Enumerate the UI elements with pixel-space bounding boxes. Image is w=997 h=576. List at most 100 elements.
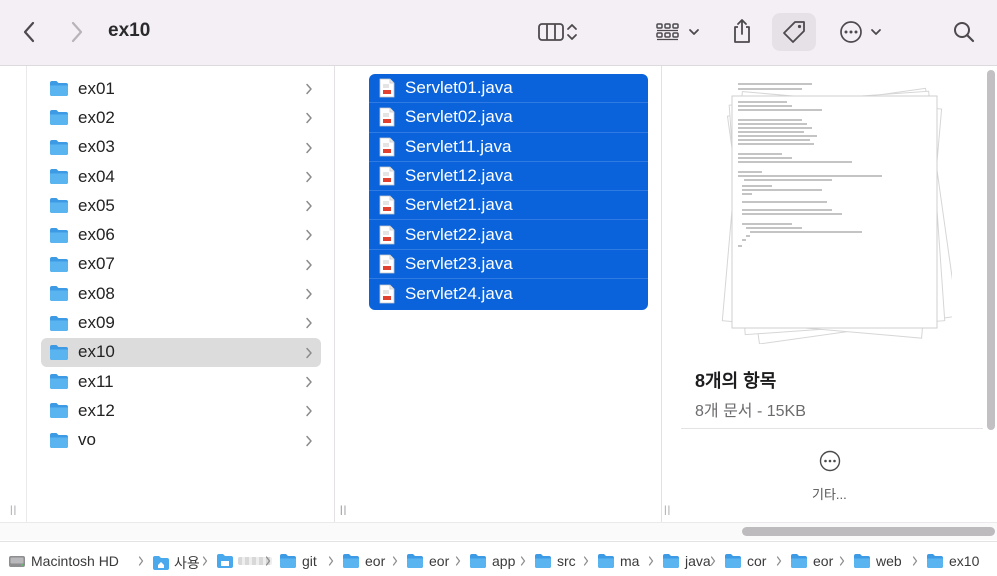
path-separator-icon	[710, 556, 716, 566]
path-label: cor	[747, 553, 767, 569]
path-label: Macintosh HD	[31, 553, 119, 569]
folder-item-ex10[interactable]: ex10	[41, 337, 321, 367]
preview-title: 8개의 항목	[695, 371, 777, 391]
forward-button[interactable]	[62, 17, 92, 47]
folder-item-ex11[interactable]: ex11	[41, 367, 321, 396]
path-label: src	[557, 553, 576, 569]
file-label: Servlet24.java	[405, 283, 513, 303]
folder-label: ex01	[78, 78, 115, 98]
path-separator-icon	[202, 556, 208, 566]
more-actions-button[interactable]	[834, 16, 888, 48]
path-item-src[interactable]: src	[534, 553, 576, 569]
path-item-Macintosh HD[interactable]: Macintosh HD	[8, 553, 119, 569]
chevron-right-icon	[306, 259, 312, 271]
path-label: 사용	[174, 555, 200, 571]
folder-item-ex05[interactable]: ex05	[41, 191, 321, 220]
folder-icon	[927, 554, 943, 568]
file-label: Servlet02.java	[405, 107, 513, 127]
path-item-ma[interactable]: ma	[597, 553, 639, 569]
chevron-right-icon	[306, 230, 312, 241]
share-icon	[734, 19, 750, 43]
folder-item-ex02[interactable]: ex02	[41, 103, 321, 132]
path-item-web[interactable]: web	[853, 553, 902, 569]
folder-column: ex01 ex02 ex03 ex04 ex05 ex06 ex07 ex08 ex09 ex10…	[0, 66, 346, 522]
file-item[interactable]: Servlet21.java	[369, 191, 648, 221]
folder-item-ex01[interactable]: ex01	[41, 74, 321, 103]
folder-icon	[470, 554, 486, 568]
path-item-java[interactable]: java	[662, 553, 711, 569]
folder-icon	[663, 554, 679, 568]
file-item[interactable]: Servlet24.java	[369, 279, 648, 308]
folder-list: ex01 ex02 ex03 ex04 ex05 ex06 ex07 ex08 ex09 ex10…	[41, 74, 321, 455]
folder-item-ex09[interactable]: ex09	[41, 308, 321, 337]
path-separator-icon	[776, 556, 782, 566]
path-item-eor[interactable]: eor	[406, 553, 449, 569]
ellipsis-circle-icon	[840, 21, 862, 43]
folder-item-ex12[interactable]: ex12	[41, 396, 321, 425]
folder-label: ex02	[78, 107, 115, 127]
file-label: Servlet01.java	[405, 78, 513, 98]
path-separator-icon	[648, 556, 654, 566]
path-label: eor	[429, 553, 450, 569]
home-folder-icon	[153, 556, 169, 570]
folder-icon	[725, 554, 741, 568]
chevron-right-icon	[306, 376, 312, 388]
folder-icon	[50, 169, 68, 185]
folder-icon	[50, 315, 68, 331]
folder-item-vo[interactable]: vo	[41, 426, 321, 455]
column-resize-handle[interactable]: ||	[340, 505, 347, 516]
share-button[interactable]	[726, 14, 758, 48]
vertical-scrollbar[interactable]	[987, 70, 995, 430]
file-item[interactable]: Servlet12.java	[369, 162, 648, 192]
path-label: app	[492, 553, 516, 569]
file-item[interactable]: Servlet01.java	[369, 74, 648, 104]
path-item-cor[interactable]: cor	[724, 553, 766, 569]
folder-icon	[50, 227, 68, 243]
file-item[interactable]: Servlet02.java	[369, 103, 648, 133]
path-bar: Macintosh HD 사용 git eor eor app src ma java cor eo…	[0, 541, 997, 576]
file-item[interactable]: Servlet22.java	[369, 220, 648, 250]
folder-icon	[791, 554, 807, 568]
chevron-right-icon	[306, 347, 312, 358]
folder-icon	[598, 554, 614, 568]
tag-button[interactable]	[772, 13, 816, 51]
file-item[interactable]: Servlet23.java	[369, 250, 648, 280]
search-button[interactable]	[948, 16, 980, 48]
folder-icon	[50, 81, 68, 97]
folder-item-ex08[interactable]: ex08	[41, 279, 321, 308]
path-item-app[interactable]: app	[469, 553, 515, 569]
path-item-user[interactable]	[216, 553, 272, 569]
folder-item-ex07[interactable]: ex07	[41, 250, 321, 279]
user-home-icon	[217, 554, 233, 568]
path-separator-icon	[138, 556, 144, 566]
chevron-down-icon	[871, 29, 881, 35]
folder-icon	[280, 554, 296, 568]
path-item-eor[interactable]: eor	[342, 553, 385, 569]
folder-icon	[50, 198, 68, 214]
folder-label: vo	[78, 430, 96, 450]
folder-label: ex05	[78, 195, 115, 215]
path-item-eor[interactable]: eor	[790, 553, 833, 569]
file-list: Servlet01.java Servlet02.java Servlet11.ja…	[369, 74, 648, 311]
folder-icon	[50, 432, 68, 448]
folder-item-ex03[interactable]: ex03	[41, 133, 321, 162]
preview-separator	[681, 428, 983, 429]
group-button[interactable]	[650, 16, 706, 48]
path-item-ex10[interactable]: ex10	[926, 553, 979, 569]
more-button-label[interactable]: 기타...	[812, 484, 847, 503]
horizontal-scrollbar[interactable]	[742, 527, 995, 536]
ellipsis-circle-icon[interactable]	[819, 450, 841, 472]
chevron-right-icon	[306, 435, 312, 446]
chevron-right-icon	[306, 406, 312, 417]
updown-chevron-icon	[567, 24, 577, 40]
view-mode-button[interactable]	[530, 16, 586, 48]
java-file-icon	[379, 166, 395, 186]
folder-item-ex04[interactable]: ex04	[41, 162, 321, 191]
folder-item-ex06[interactable]: ex06	[41, 220, 321, 249]
path-item-사용[interactable]: 사용	[152, 553, 200, 573]
back-button[interactable]	[14, 17, 44, 47]
path-item-git[interactable]: git	[279, 553, 317, 569]
path-label: eor	[813, 553, 834, 569]
folder-label: ex12	[78, 400, 115, 420]
file-item[interactable]: Servlet11.java	[369, 133, 648, 162]
